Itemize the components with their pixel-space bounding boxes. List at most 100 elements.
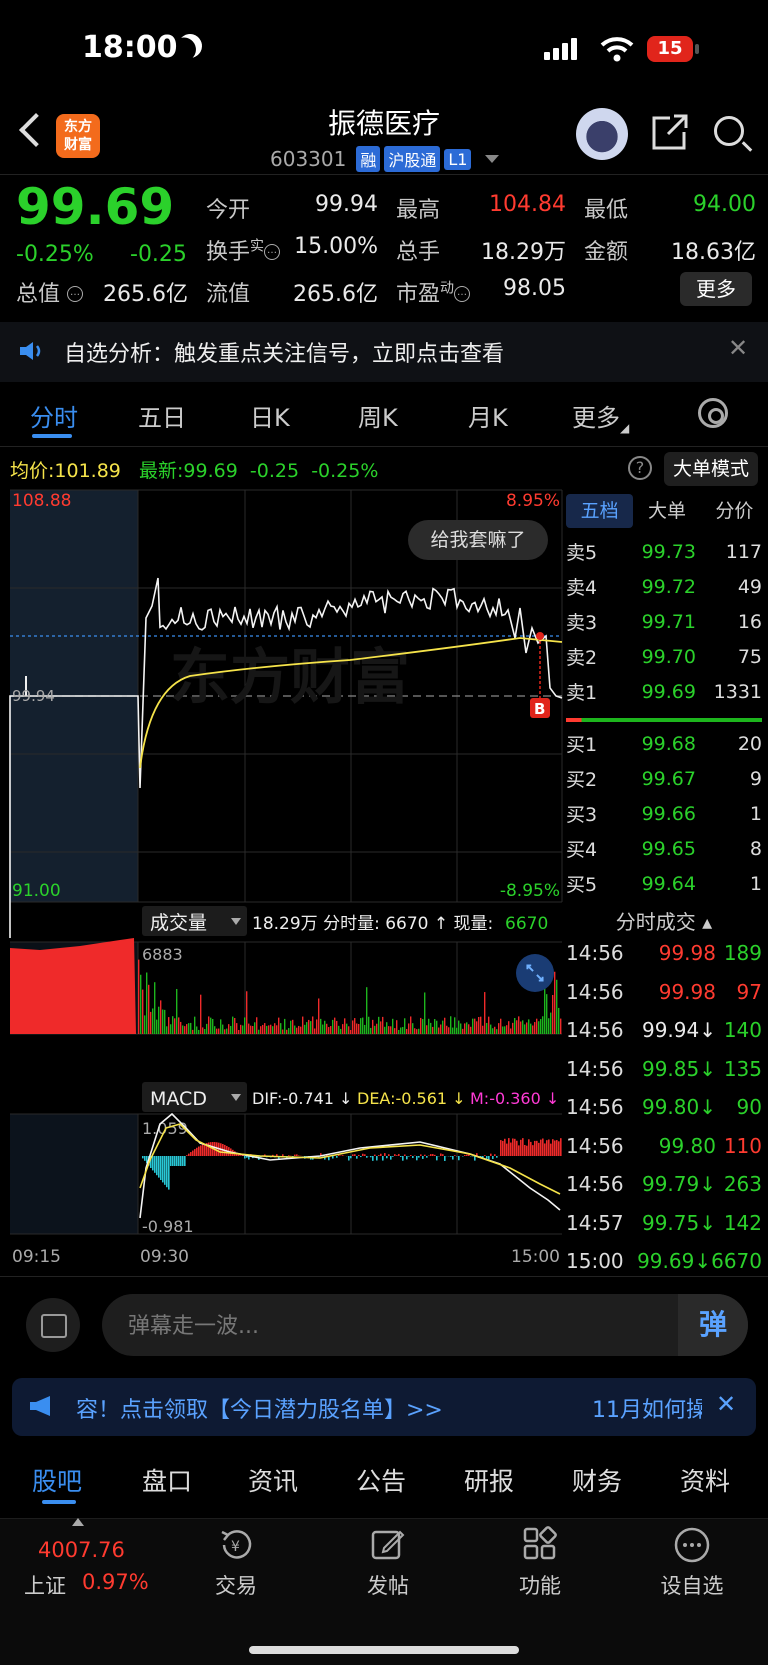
volume-max-label: 6883 [142, 945, 183, 964]
grid-icon[interactable] [522, 1526, 558, 1562]
ask-row[interactable]: 卖2 99.70 75 [566, 639, 762, 674]
close-icon[interactable]: ✕ [728, 334, 748, 362]
tab-forum[interactable]: 股吧 [32, 1462, 82, 1498]
ask-row[interactable]: 卖4 99.72 49 [566, 569, 762, 604]
trade-price: 99.80↓ [641, 1095, 716, 1119]
nav-functions[interactable]: 功能 [490, 1570, 590, 1600]
trade-row: 14:57 99.75↓ 142 [566, 1204, 762, 1242]
y-bottom-label: 91.00 [12, 881, 61, 901]
divider [0, 1276, 768, 1277]
gear-icon[interactable] [698, 398, 728, 428]
tab-monthly[interactable]: 月K [468, 398, 508, 433]
tab-price-split[interactable]: 分价 [701, 494, 768, 528]
trade-price: 99.85↓ [641, 1056, 716, 1081]
pe-value: 98.05 [503, 276, 566, 301]
level-volume: 1331 [713, 680, 762, 703]
search-icon[interactable] [714, 116, 744, 146]
tab-five-levels[interactable]: 五档 [566, 494, 634, 528]
index-value[interactable]: 4007.76 [38, 1538, 125, 1562]
trade-volume: 135 [723, 1056, 762, 1081]
amount-value: 18.63亿 [671, 240, 756, 265]
expand-icon[interactable] [516, 954, 554, 992]
avg-price-row: 均价:101.89 最新:99.69 -0.25 -0.25% [10, 460, 379, 482]
volume-now: 6670 [505, 914, 548, 934]
time-0930: 09:30 [140, 1247, 189, 1267]
index-name[interactable]: 上证 [24, 1570, 66, 1600]
tab-handicap[interactable]: 盘口 [142, 1462, 192, 1498]
turnover-label: 换手实… [206, 234, 281, 266]
big-order-mode-button[interactable]: 大单模式 [664, 452, 758, 486]
high-label: 最高 [396, 198, 441, 223]
post-icon[interactable] [370, 1526, 406, 1562]
open-value: 99.94 [315, 192, 378, 217]
robot-avatar[interactable] [576, 108, 628, 160]
tab-big-orders[interactable]: 大单 [633, 494, 700, 528]
more-button[interactable]: 更多 [680, 272, 752, 306]
danmu-bubble[interactable]: 给我套嘛了 [408, 520, 548, 560]
close-icon[interactable]: ✕ [716, 1390, 736, 1418]
danmu-send-button[interactable]: 弹 [678, 1294, 748, 1356]
bid-row[interactable]: 买1 99.68 20 [566, 726, 762, 761]
trade-row: 14:56 99.98 189 [566, 934, 762, 972]
bid-row[interactable]: 买5 99.64 1 [566, 866, 762, 901]
level-label: 买5 [566, 874, 598, 896]
macd-m: M:-0.360 ↓ [470, 1089, 559, 1108]
tab-weekly[interactable]: 周K [358, 398, 398, 433]
nav-trade[interactable]: 交易 [186, 1570, 286, 1600]
trade-row: 14:56 99.80↓ 90 [566, 1088, 762, 1126]
trade-row: 14:56 99.80 110 [566, 1127, 762, 1165]
level-price: 99.65 [641, 837, 696, 860]
nav-post[interactable]: 发帖 [338, 1570, 438, 1600]
tab-research[interactable]: 研报 [464, 1462, 514, 1498]
nav-watchlist[interactable]: 设自选 [642, 1570, 742, 1600]
ask-row[interactable]: 卖5 99.73 117 [566, 534, 762, 569]
status-time: 18:00 [82, 30, 178, 65]
info-icon: … [67, 286, 84, 302]
trade-volume: 90 [736, 1095, 762, 1119]
level-label: 买4 [566, 839, 598, 861]
level-label: 买2 [566, 769, 598, 791]
svg-text:¥: ¥ [231, 1539, 240, 1555]
level-volume: 8 [749, 837, 762, 860]
macd-title: MACD [150, 1088, 207, 1110]
trade-icon[interactable]: ¥ [218, 1526, 256, 1564]
tab-daily[interactable]: 日K [250, 398, 290, 433]
tab-finance[interactable]: 财务 [572, 1462, 622, 1498]
bid-row[interactable]: 买4 99.65 8 [566, 831, 762, 866]
more-dots-icon[interactable] [673, 1526, 711, 1564]
share-icon[interactable] [650, 112, 690, 152]
level-label: 卖2 [566, 647, 598, 669]
trades-title[interactable]: 分时成交 ▴ [566, 906, 762, 935]
intraday-chart[interactable]: 东方财富 B 108.88 91.00 99.94 8.95% -8.95% 成… [0, 488, 563, 1278]
tab-profile[interactable]: 资料 [680, 1462, 730, 1498]
bid-row[interactable]: 买3 99.66 1 [566, 796, 762, 831]
tab-underline [42, 1500, 76, 1504]
speaker-icon [20, 342, 41, 360]
high-value: 104.84 [489, 192, 566, 217]
ask-row[interactable]: 卖3 99.71 16 [566, 604, 762, 639]
trade-price: 99.79↓ [641, 1172, 716, 1196]
macd-dif: DIF:-0.741 ↓ [252, 1089, 352, 1108]
trade-price: 99.94↓ [641, 1018, 716, 1042]
trade-price: 99.98 [658, 979, 716, 1004]
tab-5day[interactable]: 五日 [138, 398, 186, 433]
ask-row[interactable]: 卖1 99.69 1331 [566, 674, 762, 709]
index-pct[interactable]: 0.97% [82, 1570, 149, 1594]
low-value: 94.00 [693, 192, 756, 217]
tab-intraday[interactable]: 分时 [30, 398, 78, 433]
signal-icon [544, 38, 578, 60]
turnover-value: 15.00% [294, 234, 378, 259]
bid-row[interactable]: 买2 99.67 9 [566, 761, 762, 796]
mktcap-label: 总值 … [16, 276, 84, 308]
y-mid-label: 99.94 [12, 687, 55, 705]
svg-text:东方财富: 东方财富 [170, 644, 410, 711]
pct-top-label: 8.95% [506, 491, 560, 511]
pct-bottom-label: -8.95% [500, 881, 560, 901]
tab-more[interactable]: 更多◢ [572, 398, 629, 435]
help-icon[interactable]: ? [628, 456, 652, 480]
tab-news[interactable]: 资讯 [248, 1462, 298, 1498]
stock-code-row[interactable]: 603301 融 沪股通 L1 [270, 145, 500, 173]
tab-announcements[interactable]: 公告 [356, 1462, 406, 1498]
divider [0, 174, 768, 175]
danmu-list-icon[interactable] [26, 1298, 80, 1352]
